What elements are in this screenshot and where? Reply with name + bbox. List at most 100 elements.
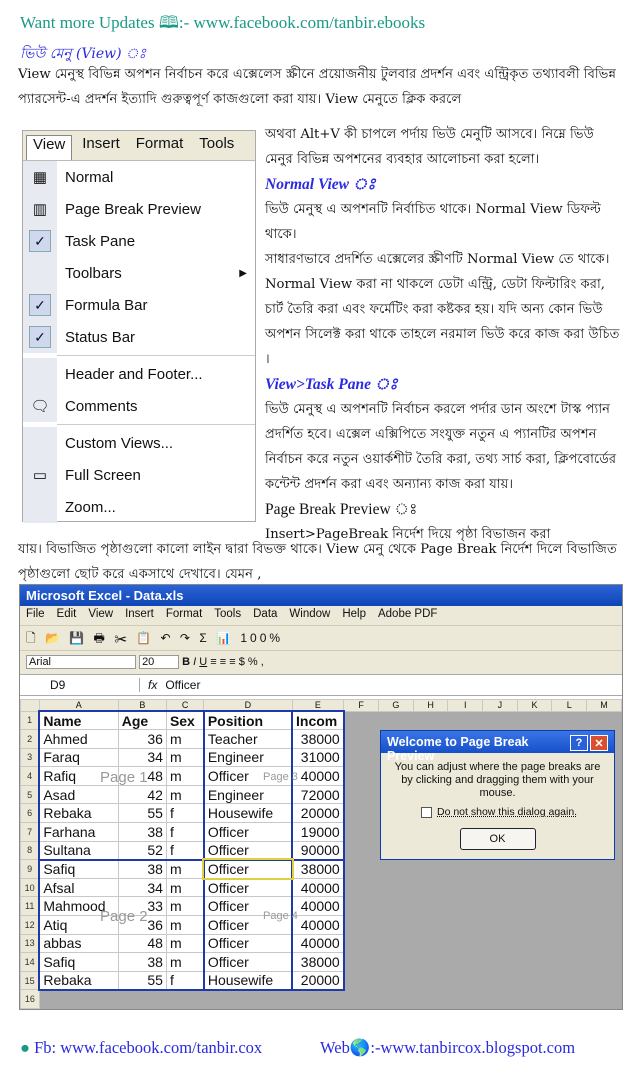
empty-cell[interactable] xyxy=(447,859,484,879)
table-cell[interactable]: Officer xyxy=(202,822,294,842)
table-cell[interactable]: Rebaka xyxy=(38,803,119,824)
table-cell[interactable]: 34 xyxy=(117,877,167,898)
table-cell[interactable]: 38 xyxy=(117,952,167,972)
table-cell[interactable]: m xyxy=(165,729,205,749)
table-cell[interactable]: Officer xyxy=(202,933,294,954)
empty-cell[interactable] xyxy=(586,896,622,917)
table-cell[interactable]: Housewife xyxy=(202,803,294,824)
table-cell[interactable]: Position xyxy=(202,710,294,731)
column-header[interactable]: E xyxy=(291,699,345,712)
empty-cell[interactable] xyxy=(377,896,414,917)
table-cell[interactable]: Age xyxy=(117,710,167,731)
column-header[interactable]: M xyxy=(586,699,622,712)
table-cell[interactable]: Teacher xyxy=(202,729,294,749)
column-header[interactable]: J xyxy=(482,699,518,712)
table-cell[interactable]: f xyxy=(165,840,205,861)
empty-cell[interactable] xyxy=(482,933,518,954)
column-header[interactable]: D xyxy=(203,699,293,712)
empty-cell[interactable] xyxy=(38,989,119,1009)
empty-cell[interactable] xyxy=(551,710,588,731)
empty-cell[interactable] xyxy=(516,915,553,935)
empty-cell[interactable] xyxy=(516,896,553,917)
empty-cell[interactable] xyxy=(343,766,379,786)
empty-cell[interactable] xyxy=(586,710,622,731)
empty-cell[interactable] xyxy=(482,859,518,879)
table-cell[interactable]: Safiq xyxy=(38,952,119,972)
empty-cell[interactable] xyxy=(586,933,622,954)
table-cell[interactable]: m xyxy=(165,766,205,786)
empty-cell[interactable] xyxy=(203,989,293,1009)
column-header[interactable]: B xyxy=(117,699,167,712)
row-header[interactable]: 3 xyxy=(20,747,40,768)
empty-cell[interactable] xyxy=(377,710,414,731)
font-size-box[interactable]: 20 xyxy=(139,655,180,669)
empty-cell[interactable] xyxy=(586,859,622,879)
empty-cell[interactable] xyxy=(516,933,553,954)
excel-menu-insert[interactable]: Insert xyxy=(125,608,154,623)
menu-item-zoom[interactable]: Zoom... xyxy=(23,491,255,523)
row-header[interactable]: 2 xyxy=(20,729,40,749)
table-cell[interactable]: 40000 xyxy=(291,915,345,935)
table-cell[interactable]: 55 xyxy=(117,970,167,991)
table-cell[interactable]: Rebaka xyxy=(38,970,119,991)
empty-cell[interactable] xyxy=(117,989,167,1009)
table-cell[interactable]: 38 xyxy=(117,822,167,842)
name-box[interactable]: D9 xyxy=(20,678,140,692)
empty-cell[interactable] xyxy=(377,989,414,1009)
table-cell[interactable]: 20000 xyxy=(291,803,345,824)
empty-cell[interactable] xyxy=(412,952,449,972)
row-header[interactable]: 12 xyxy=(20,915,40,935)
table-cell[interactable]: m xyxy=(165,915,205,935)
empty-cell[interactable] xyxy=(412,989,449,1009)
empty-cell[interactable] xyxy=(482,952,518,972)
table-cell[interactable]: 38000 xyxy=(291,952,345,972)
table-cell[interactable]: 40000 xyxy=(291,896,345,917)
empty-cell[interactable] xyxy=(586,970,622,991)
empty-cell[interactable] xyxy=(343,840,379,861)
table-cell[interactable]: 19000 xyxy=(291,822,345,842)
empty-cell[interactable] xyxy=(343,747,379,768)
table-cell[interactable]: 38000 xyxy=(291,729,345,749)
empty-cell[interactable] xyxy=(447,877,484,898)
menu-item-formula-bar[interactable]: ✓ Formula Bar xyxy=(23,289,255,321)
empty-cell[interactable] xyxy=(586,877,622,898)
column-header[interactable]: L xyxy=(551,699,588,712)
table-cell[interactable]: m xyxy=(165,747,205,768)
empty-cell[interactable] xyxy=(482,989,518,1009)
menu-bar-format[interactable]: Format xyxy=(130,135,190,160)
empty-cell[interactable] xyxy=(412,915,449,935)
table-cell[interactable]: Sultana xyxy=(38,840,119,861)
empty-cell[interactable] xyxy=(482,710,518,731)
help-icon[interactable]: ? xyxy=(570,735,588,751)
row-header[interactable]: 6 xyxy=(20,803,40,824)
empty-cell[interactable] xyxy=(343,784,379,805)
empty-cell[interactable] xyxy=(482,877,518,898)
empty-cell[interactable] xyxy=(377,915,414,935)
table-cell[interactable]: f xyxy=(165,803,205,824)
table-cell[interactable]: 55 xyxy=(117,803,167,824)
empty-cell[interactable] xyxy=(447,952,484,972)
table-cell[interactable]: 31000 xyxy=(291,747,345,768)
zoom-box[interactable]: 100% xyxy=(240,631,283,645)
excel-menu-window[interactable]: Window xyxy=(289,608,330,623)
empty-cell[interactable] xyxy=(516,952,553,972)
excel-menu-tools[interactable]: Tools xyxy=(214,608,241,623)
row-header[interactable]: 7 xyxy=(20,822,40,842)
table-cell[interactable]: m xyxy=(165,859,205,879)
table-cell[interactable]: 72000 xyxy=(291,784,345,805)
column-header[interactable]: G xyxy=(377,699,414,712)
table-cell[interactable]: 36 xyxy=(117,729,167,749)
menu-item-normal[interactable]: ▦ Normal xyxy=(23,161,255,193)
menu-bar-insert[interactable]: Insert xyxy=(76,135,126,160)
row-header[interactable]: 14 xyxy=(20,952,40,972)
table-cell[interactable]: 40000 xyxy=(291,877,345,898)
empty-cell[interactable] xyxy=(586,989,622,1009)
empty-cell[interactable] xyxy=(377,859,414,879)
row-header[interactable]: 16 xyxy=(20,989,40,1009)
column-header[interactable]: F xyxy=(343,699,379,712)
table-cell[interactable]: Safiq xyxy=(38,859,119,879)
empty-cell[interactable] xyxy=(516,989,553,1009)
table-cell[interactable]: Farhana xyxy=(38,822,119,842)
table-cell[interactable]: 40000 xyxy=(291,766,345,786)
table-cell[interactable]: 90000 xyxy=(291,840,345,861)
